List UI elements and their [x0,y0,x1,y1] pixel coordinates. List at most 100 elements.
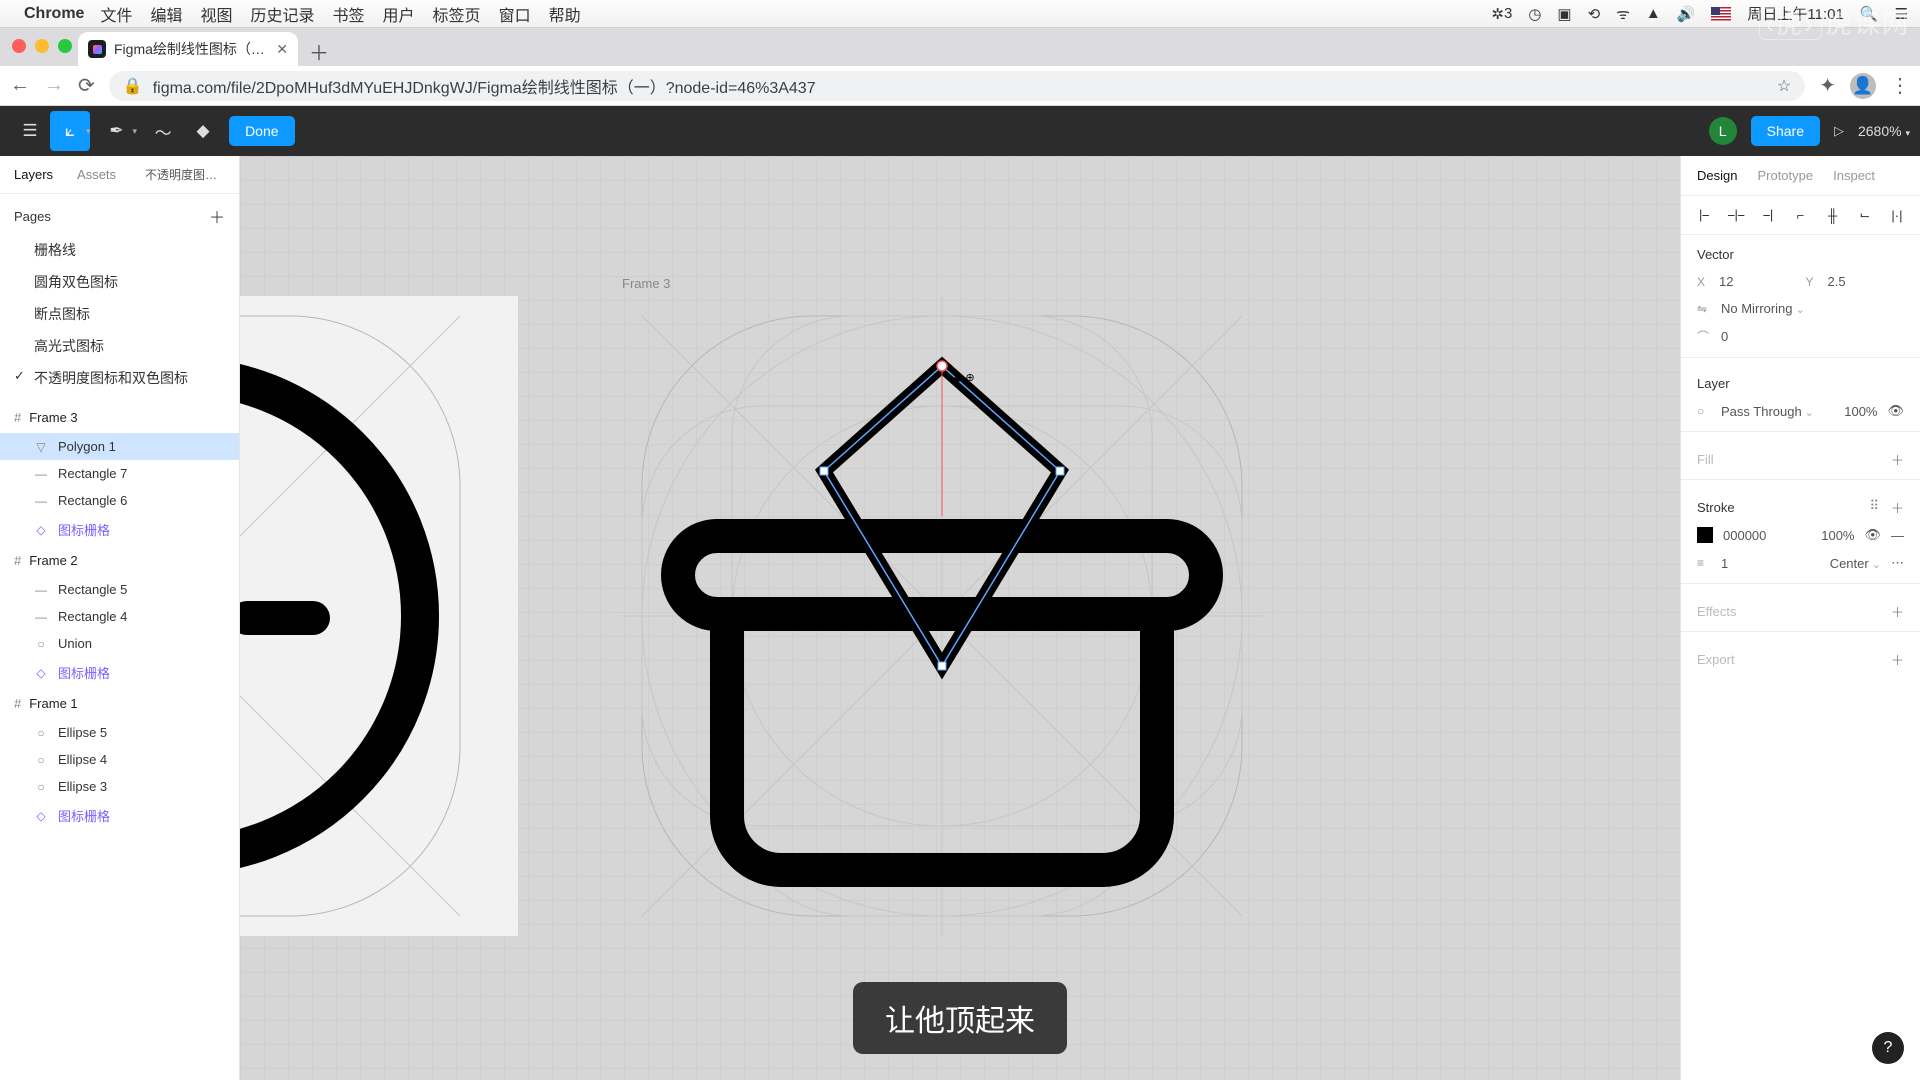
minimize-window-icon[interactable] [35,39,49,53]
stroke-align-select[interactable]: Center [1830,556,1881,571]
tab-close-icon[interactable]: ✕ [276,41,288,58]
wifi-icon[interactable]: ᯤ [1616,4,1630,24]
blend-mode-select[interactable]: Pass Through [1721,404,1814,419]
menu-view[interactable]: 视图 [200,2,232,26]
tab-assets[interactable]: Assets [77,167,116,182]
extensions-icon[interactable]: ✦ [1819,73,1836,98]
figma-canvas[interactable]: Frame 3 [240,156,1680,1080]
stroke-advanced-icon[interactable]: ⋯ [1891,555,1904,571]
wechat-icon[interactable]: ✲ 3 [1491,5,1512,23]
app-name[interactable]: Chrome [24,5,84,23]
add-stroke-icon[interactable]: ＋ [1891,498,1904,517]
layer-row[interactable]: ▽Polygon 1 [0,433,239,460]
add-page-icon[interactable]: ＋ [209,204,225,228]
zoom-level[interactable]: 2680% ▾ [1858,123,1910,139]
remove-stroke-icon[interactable]: — [1891,528,1904,543]
align-vcenter-icon[interactable]: ╫ [1824,206,1842,224]
sync-icon[interactable]: ⟲ [1588,5,1601,23]
menu-history[interactable]: 历史记录 [251,2,315,26]
page-item[interactable]: 不透明度图标和双色图标 [0,362,239,394]
add-effect-icon[interactable]: ＋ [1891,602,1904,621]
visibility-icon[interactable]: 👁 [1864,527,1881,543]
close-window-icon[interactable] [12,39,26,53]
tab-layers[interactable]: Layers [14,167,53,182]
clock-text[interactable]: 周日上午11:01 [1747,3,1843,24]
clock-icon[interactable]: ◷ [1528,5,1541,23]
stroke-weight-input[interactable]: 1 [1721,556,1771,571]
align-hcenter-icon[interactable]: ⎯|⎯ [1727,206,1745,224]
browser-tab[interactable]: Figma绘制线性图标（一）– Fi… ✕ [78,32,298,66]
user-avatar[interactable]: L [1709,117,1737,145]
distribute-icon[interactable]: |·| [1888,206,1906,224]
menu-user[interactable]: 用户 [383,2,415,26]
stroke-opacity-input[interactable]: 100% [1821,528,1854,543]
menu-file[interactable]: 文件 [100,2,132,26]
page-item[interactable]: 高光式图标 [0,330,239,362]
help-button[interactable]: ? [1872,1032,1904,1064]
layer-row[interactable]: ○Ellipse 5 [0,719,239,746]
align-right-icon[interactable]: ⎯| [1759,206,1777,224]
maximize-window-icon[interactable] [58,39,72,53]
stroke-style-icon[interactable]: ⠿ [1869,498,1879,517]
visibility-icon[interactable]: 👁 [1887,403,1904,419]
control-center-icon[interactable]: ☰ [1895,5,1908,23]
pen-tool-icon[interactable]: ✒ [97,111,137,151]
layer-row[interactable]: ◇图标栅格 [0,657,239,688]
spotlight-icon[interactable]: 🔍 [1860,5,1879,23]
tab-prototype[interactable]: Prototype [1757,168,1813,183]
profile-avatar-icon[interactable]: 👤 [1850,73,1876,99]
opacity-input[interactable]: 100% [1844,404,1877,419]
page-item[interactable]: 栅格线 [0,234,239,266]
bookmark-star-icon[interactable]: ☆ [1777,76,1791,96]
bend-tool-icon[interactable]: 〜 [143,111,183,151]
input-flag-icon[interactable] [1711,7,1731,21]
menu-tabs[interactable]: 标签页 [433,2,481,26]
main-menu-icon[interactable]: ☰ [10,111,50,151]
corner-input[interactable]: 0 [1721,329,1771,344]
canvas-frame-label[interactable]: Frame 3 [622,276,670,291]
move-tool-icon[interactable]: ⟀ [50,111,90,151]
browser-menu-icon[interactable]: ⋮ [1890,73,1910,98]
layer-row[interactable]: ○Union [0,630,239,657]
nav-reload-icon[interactable]: ⟳ [78,73,95,98]
align-left-icon[interactable]: |⎯ [1695,206,1713,224]
chevron-down-icon[interactable]: ▾ [86,126,97,137]
frame-header[interactable]: #Frame 2 [0,545,239,576]
nav-forward-icon[interactable]: → [44,74,64,97]
menu-help[interactable]: 帮助 [549,2,581,26]
frame-header[interactable]: #Frame 1 [0,688,239,719]
add-fill-icon[interactable]: ＋ [1891,450,1904,469]
volume-icon[interactable]: 🔊 [1677,5,1696,23]
layer-row[interactable]: ◇图标栅格 [0,514,239,545]
paint-bucket-icon[interactable]: ◆ [183,111,223,151]
layer-row[interactable]: ◇图标栅格 [0,800,239,831]
chevron-down-icon[interactable]: ▾ [133,126,144,137]
y-input[interactable]: 2.5 [1828,274,1878,289]
screenrec-icon[interactable]: ▣ [1557,5,1571,23]
menu-window[interactable]: 窗口 [499,2,531,26]
layer-row[interactable]: —Rectangle 5 [0,576,239,603]
layer-row[interactable]: ○Ellipse 4 [0,746,239,773]
tab-design[interactable]: Design [1697,168,1737,183]
new-tab-button[interactable]: ＋ [304,36,334,66]
align-top-icon[interactable]: ⌐ [1791,206,1809,224]
tab-inspect[interactable]: Inspect [1833,168,1875,183]
breadcrumb[interactable]: 不透明度图标… [145,166,225,183]
add-export-icon[interactable]: ＋ [1891,650,1904,669]
stroke-color-input[interactable]: 000000 [1723,528,1766,543]
x-input[interactable]: 12 [1719,274,1769,289]
frame-header[interactable]: #Frame 3 [0,402,239,433]
layer-row[interactable]: —Rectangle 7 [0,460,239,487]
mirroring-select[interactable]: No Mirroring [1721,301,1805,316]
layer-row[interactable]: —Rectangle 6 [0,487,239,514]
page-item[interactable]: 圆角双色图标 [0,266,239,298]
present-icon[interactable]: ▷ [1834,123,1844,139]
menu-bookmarks[interactable]: 书签 [333,2,365,26]
url-field[interactable]: 🔒 figma.com/file/2DpoMHuf3dMYuEHJDnkgWJ/… [109,71,1805,101]
menu-edit[interactable]: 编辑 [150,2,182,26]
page-item[interactable]: 断点图标 [0,298,239,330]
layer-row[interactable]: ○Ellipse 3 [0,773,239,800]
stroke-swatch[interactable] [1697,527,1713,543]
layer-row[interactable]: —Rectangle 4 [0,603,239,630]
done-button[interactable]: Done [229,116,294,146]
